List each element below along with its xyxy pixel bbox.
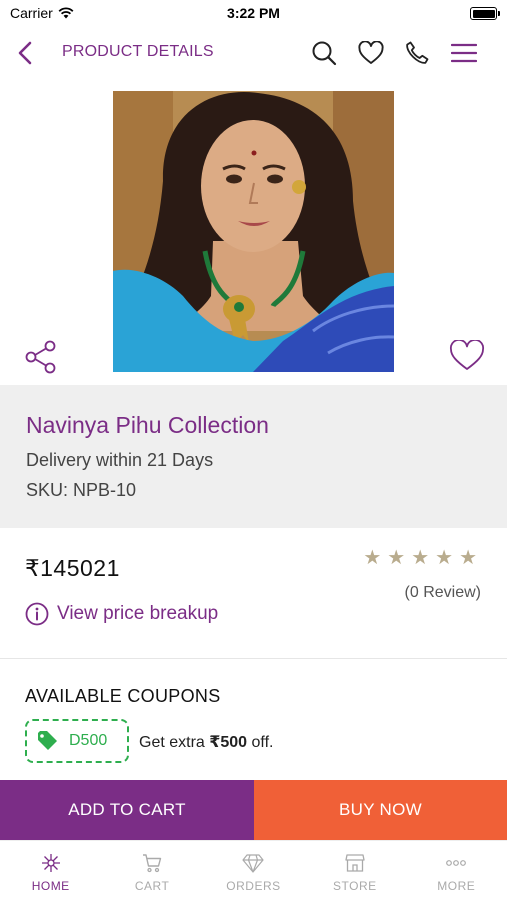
tab-label: CART — [134, 879, 170, 893]
coupons-section: AVAILABLE COUPONS D500 Get extra ₹500 of… — [0, 660, 507, 780]
add-to-wishlist-button[interactable] — [449, 338, 485, 374]
search-button[interactable] — [309, 38, 339, 68]
product-sku: SKU: NPB-10 — [26, 480, 137, 500]
status-bar: Carrier 3:22 PM — [0, 0, 507, 28]
product-image[interactable] — [113, 91, 394, 372]
heart-icon — [358, 41, 384, 64]
tab-more[interactable]: MORE — [406, 841, 507, 900]
delivery-estimate: Delivery within 21 Days — [26, 450, 214, 470]
bottom-tab-bar: HOME CART ORDERS STORE MORE — [0, 840, 507, 900]
back-button[interactable] — [12, 38, 38, 68]
rating-stars: ★ ★ ★ ★ ★ — [363, 548, 477, 568]
tab-label: HOME — [31, 879, 70, 893]
buy-now-button[interactable]: BUY NOW — [254, 780, 507, 840]
star-icon: ★ — [435, 547, 454, 569]
star-icon: ★ — [387, 547, 406, 569]
heart-outline-icon — [450, 338, 484, 370]
store-icon — [344, 853, 366, 873]
coupon-code: D500 — [69, 732, 108, 749]
info-circle-icon — [25, 602, 49, 626]
review-count[interactable]: (0 Review) — [405, 584, 481, 602]
home-icon — [40, 853, 62, 873]
hamburger-menu-icon — [451, 43, 477, 63]
product-gallery — [0, 78, 507, 385]
menu-button[interactable] — [449, 38, 479, 68]
tab-label: MORE — [437, 879, 476, 893]
offer-prefix: Get extra — [139, 734, 210, 751]
coupons-heading: AVAILABLE COUPONS — [25, 686, 221, 706]
price-section: ₹145021 ★ ★ ★ ★ ★ (0 Review) View price … — [0, 528, 507, 659]
product-price: ₹145021 — [25, 555, 120, 581]
tab-label: STORE — [333, 879, 377, 893]
product-info: Navinya Pihu Collection Delivery within … — [0, 385, 507, 528]
tab-cart[interactable]: CART — [101, 841, 202, 900]
offer-amount: ₹500 — [209, 734, 248, 751]
phone-icon — [406, 41, 429, 64]
status-time: 3:22 PM — [227, 5, 280, 21]
offer-suffix: off. — [247, 734, 274, 751]
tab-home[interactable]: HOME — [0, 841, 101, 900]
page-title: PRODUCT DETAILS — [62, 43, 214, 60]
add-to-cart-button[interactable]: ADD TO CART — [0, 780, 254, 840]
coupon-offer-text: Get extra ₹500 off. — [139, 732, 273, 752]
star-icon: ★ — [411, 547, 430, 569]
price-breakup-label: View price breakup — [57, 603, 219, 624]
tag-icon — [38, 731, 57, 750]
more-icon — [445, 853, 467, 873]
share-icon — [25, 340, 56, 374]
chevron-left-icon — [18, 41, 32, 65]
search-icon — [312, 41, 337, 66]
tab-orders[interactable]: ORDERS — [203, 841, 304, 900]
star-icon: ★ — [363, 547, 382, 569]
call-button[interactable] — [402, 38, 432, 68]
share-button[interactable] — [24, 340, 58, 374]
cart-icon — [141, 853, 163, 873]
tab-label: ORDERS — [226, 879, 281, 893]
app-header: PRODUCT DETAILS — [0, 28, 507, 78]
wishlist-button[interactable] — [356, 38, 386, 68]
view-price-breakup-link[interactable]: View price breakup — [25, 602, 218, 626]
tab-store[interactable]: STORE — [304, 841, 405, 900]
product-name: Navinya Pihu Collection — [26, 412, 269, 438]
star-icon: ★ — [459, 547, 477, 569]
purchase-actions: ADD TO CART BUY NOW — [0, 780, 507, 840]
coupon-chip[interactable]: D500 — [25, 719, 129, 763]
diamond-icon — [242, 853, 265, 873]
battery-icon — [470, 7, 500, 20]
